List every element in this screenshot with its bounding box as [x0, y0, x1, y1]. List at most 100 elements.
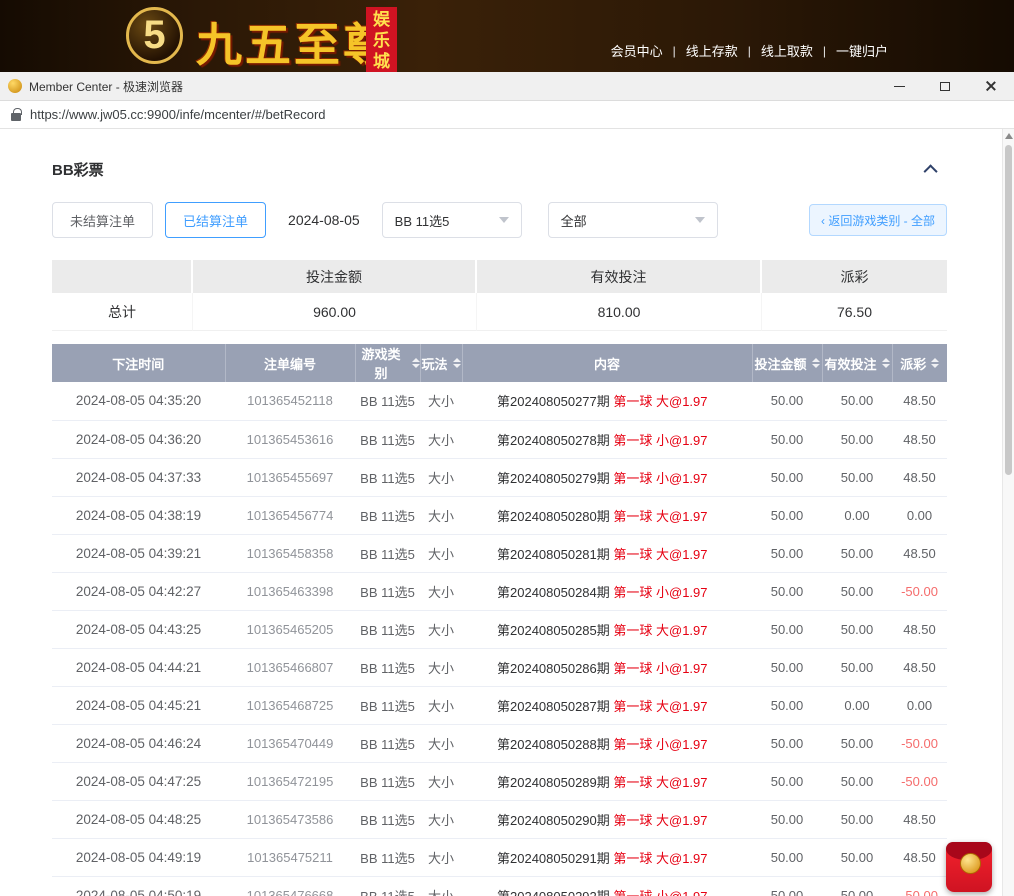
cell-content: 第202408050278期 第一球 小@1.97 — [462, 420, 752, 458]
red-envelope-button[interactable] — [946, 842, 992, 892]
cell-payout: 48.50 — [892, 420, 947, 458]
cell-content: 第202408050280期 第一球 大@1.97 — [462, 496, 752, 534]
table-row: 2024-08-05 04:36:20101365453616BB 11选5大小… — [52, 420, 947, 458]
chevron-down-icon — [499, 217, 509, 223]
content-selection: 第一球 小@1.97 — [613, 471, 707, 486]
table-header-row: 下注时间 注单编号 游戏类别 玩法 内容 投注金额 — [52, 344, 947, 382]
cell-payout: 48.50 — [892, 382, 947, 420]
nav-link-deposit[interactable]: 线上存款 — [686, 41, 738, 60]
cell-payout: 48.50 — [892, 610, 947, 648]
column-header-game-type[interactable]: 游戏类别 — [355, 344, 420, 382]
cell-bet-time: 2024-08-05 04:48:25 — [52, 800, 225, 838]
cell-bet-time: 2024-08-05 04:50:19 — [52, 876, 225, 896]
cell-game-type: BB 11选5 — [355, 648, 420, 686]
url-text[interactable]: https://www.jw05.cc:9900/infe/mcenter/#/… — [30, 107, 326, 122]
content-issue: 第202408050292期 — [497, 889, 610, 896]
column-header-content: 内容 — [462, 344, 752, 382]
nav-link-withdraw[interactable]: 线上取款 — [761, 41, 813, 60]
favicon-icon — [8, 79, 22, 93]
scrollbar-thumb[interactable] — [1005, 145, 1012, 475]
content-issue: 第202408050285期 — [497, 623, 610, 638]
chevron-up-icon[interactable] — [924, 164, 938, 178]
content-selection: 第一球 小@1.97 — [613, 737, 707, 752]
cell-content: 第202408050292期 第一球 小@1.97 — [462, 876, 752, 896]
summary-valid-total: 810.00 — [477, 293, 762, 331]
nav-link-one-key-transfer[interactable]: 一键归户 — [836, 41, 888, 60]
cell-valid-amount: 50.00 — [822, 420, 892, 458]
bet-record-table: 下注时间 注单编号 游戏类别 玩法 内容 投注金额 — [52, 344, 947, 896]
cell-payout: 48.50 — [892, 458, 947, 496]
scrollbar[interactable] — [1002, 129, 1014, 896]
cell-order-id: 101365463398 — [225, 572, 355, 610]
cell-payout: 48.50 — [892, 800, 947, 838]
content-issue: 第202408050280期 — [497, 509, 610, 524]
logo-badge-char: 城 — [366, 51, 397, 72]
column-header-play-type[interactable]: 玩法 — [420, 344, 462, 382]
cell-play-type: 大小 — [420, 800, 462, 838]
cell-bet-amount: 50.00 — [752, 458, 822, 496]
cell-payout: 48.50 — [892, 534, 947, 572]
settled-bets-button[interactable]: 已结算注单 — [165, 202, 266, 238]
cell-payout: 48.50 — [892, 838, 947, 876]
cell-content: 第202408050290期 第一球 大@1.97 — [462, 800, 752, 838]
category-select[interactable]: 全部 — [548, 202, 718, 238]
url-bar[interactable]: https://www.jw05.cc:9900/infe/mcenter/#/… — [0, 101, 1014, 129]
column-header-bet-amount[interactable]: 投注金额 — [752, 344, 822, 382]
cell-play-type: 大小 — [420, 458, 462, 496]
nav-link-member-center[interactable]: 会员中心 — [611, 41, 663, 60]
filter-bar: 未结算注单 已结算注单 2024-08-05 BB 11选5 全部 ‹ 返回游戏… — [52, 202, 947, 238]
maximize-button[interactable] — [922, 72, 968, 100]
content-issue: 第202408050288期 — [497, 737, 610, 752]
category-select-value: 全部 — [561, 211, 587, 230]
cell-payout: 48.50 — [892, 648, 947, 686]
cell-order-id: 101365466807 — [225, 648, 355, 686]
table-row: 2024-08-05 04:47:25101365472195BB 11选5大小… — [52, 762, 947, 800]
cell-bet-time: 2024-08-05 04:37:33 — [52, 458, 225, 496]
table-row: 2024-08-05 04:42:27101365463398BB 11选5大小… — [52, 572, 947, 610]
table-row: 2024-08-05 04:39:21101365458358BB 11选5大小… — [52, 534, 947, 572]
cell-bet-amount: 50.00 — [752, 724, 822, 762]
unsettled-bets-button[interactable]: 未结算注单 — [52, 202, 153, 238]
cell-order-id: 101365468725 — [225, 686, 355, 724]
column-header-payout[interactable]: 派彩 — [892, 344, 947, 382]
summary-bet-total: 960.00 — [193, 293, 477, 331]
cell-payout: 0.00 — [892, 686, 947, 724]
cell-game-type: BB 11选5 — [355, 610, 420, 648]
cell-bet-time: 2024-08-05 04:38:19 — [52, 496, 225, 534]
cell-bet-amount: 50.00 — [752, 838, 822, 876]
cell-payout: -50.00 — [892, 876, 947, 896]
cell-valid-amount: 50.00 — [822, 838, 892, 876]
logo-badge-char: 乐 — [366, 30, 397, 51]
cell-content: 第202408050285期 第一球 大@1.97 — [462, 610, 752, 648]
content-issue: 第202408050284期 — [497, 585, 610, 600]
cell-content: 第202408050286期 第一球 小@1.97 — [462, 648, 752, 686]
content-selection: 第一球 大@1.97 — [613, 851, 707, 866]
close-button[interactable] — [968, 72, 1014, 100]
cell-order-id: 101365472195 — [225, 762, 355, 800]
cell-valid-amount: 50.00 — [822, 382, 892, 420]
content-selection: 第一球 大@1.97 — [613, 547, 707, 562]
back-to-game-category-button[interactable]: ‹ 返回游戏类别 - 全部 — [809, 204, 947, 236]
summary-header-bet-amount: 投注金额 — [193, 260, 477, 293]
column-header-bet-time: 下注时间 — [52, 344, 225, 382]
cell-payout: -50.00 — [892, 572, 947, 610]
content-issue: 第202408050278期 — [497, 433, 610, 448]
minimize-button[interactable] — [876, 72, 922, 100]
content-selection: 第一球 大@1.97 — [613, 509, 707, 524]
date-value[interactable]: 2024-08-05 — [288, 212, 360, 228]
cell-play-type: 大小 — [420, 420, 462, 458]
cell-content: 第202408050279期 第一球 小@1.97 — [462, 458, 752, 496]
scroll-up-arrow-icon[interactable] — [1005, 133, 1013, 139]
cell-valid-amount: 0.00 — [822, 496, 892, 534]
cell-play-type: 大小 — [420, 724, 462, 762]
table-row: 2024-08-05 04:49:19101365475211BB 11选5大小… — [52, 838, 947, 876]
cell-game-type: BB 11选5 — [355, 420, 420, 458]
cell-play-type: 大小 — [420, 496, 462, 534]
cell-valid-amount: 50.00 — [822, 458, 892, 496]
game-select[interactable]: BB 11选5 — [382, 202, 522, 238]
cell-content: 第202408050291期 第一球 大@1.97 — [462, 838, 752, 876]
cell-bet-time: 2024-08-05 04:49:19 — [52, 838, 225, 876]
table-row: 2024-08-05 04:35:20101365452118BB 11选5大小… — [52, 382, 947, 420]
site-logo: 九五至尊 — [196, 9, 392, 75]
column-header-valid-bet[interactable]: 有效投注 — [822, 344, 892, 382]
